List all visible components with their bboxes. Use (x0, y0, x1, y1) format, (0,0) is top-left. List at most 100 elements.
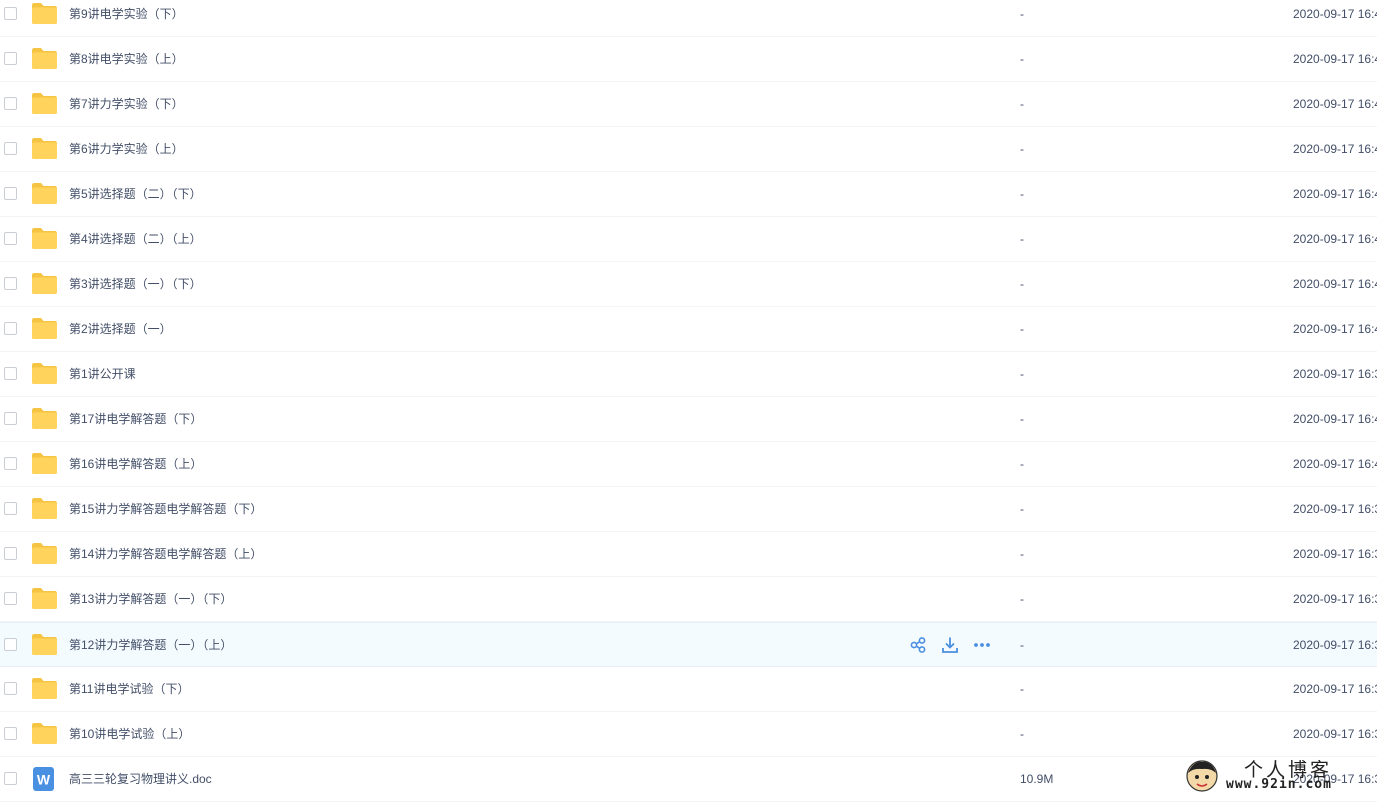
file-row[interactable]: 第1讲公开课 - 2020-09-17 16:3 (0, 352, 1377, 397)
folder-icon (31, 722, 58, 745)
file-date: 2020-09-17 16:4 (1293, 232, 1377, 246)
file-name[interactable]: 第9讲电学实验（下） (69, 0, 184, 36)
row-checkbox[interactable] (4, 547, 17, 560)
file-row[interactable]: 第6讲力学实验（上） - 2020-09-17 16:4 (0, 127, 1377, 172)
file-date: 2020-09-17 16:4 (1293, 277, 1377, 291)
share-icon[interactable] (909, 636, 927, 654)
file-name[interactable]: 第5讲选择题（二）（下） (69, 172, 202, 216)
file-size: - (1020, 7, 1024, 21)
file-name[interactable]: 第12讲力学解答题（一）（上） (69, 623, 232, 667)
folder-icon (31, 317, 58, 340)
folder-icon (31, 362, 58, 385)
row-checkbox[interactable] (4, 187, 17, 200)
file-row[interactable]: 第3讲选择题（一）（下） - 2020-09-17 16:4 (0, 262, 1377, 307)
folder-icon (31, 92, 58, 115)
folder-icon (31, 47, 58, 70)
file-row[interactable]: 第10讲电学试验（上） - 2020-09-17 16:3 (0, 712, 1377, 757)
file-row[interactable]: 第17讲电学解答题（下） - 2020-09-17 16:4 (0, 397, 1377, 442)
row-checkbox[interactable] (4, 7, 17, 20)
file-size: - (1020, 142, 1024, 156)
file-row[interactable]: W 高三三轮复习物理讲义.doc 10.9M 2020-09-17 16:3 (0, 757, 1377, 802)
file-name[interactable]: 第13讲力学解答题（一）（下） (69, 577, 232, 621)
file-name[interactable]: 第2讲选择题（一） (69, 307, 172, 351)
avatar-icon (1186, 760, 1218, 792)
file-name[interactable]: 第16讲电学解答题（上） (69, 442, 202, 486)
file-row[interactable]: 第7讲力学实验（下） - 2020-09-17 16:4 (0, 82, 1377, 127)
file-size: - (1020, 97, 1024, 111)
file-name[interactable]: 第3讲选择题（一）（下） (69, 262, 202, 306)
file-size: 10.9M (1020, 772, 1054, 786)
folder-icon (31, 452, 58, 475)
download-icon[interactable] (941, 636, 959, 654)
file-row[interactable]: 第15讲力学解答题电学解答题（下） - 2020-09-17 16:3 (0, 487, 1377, 532)
file-date: 2020-09-17 16:3 (1293, 682, 1377, 696)
word-doc-icon: W (33, 767, 54, 791)
folder-icon (31, 633, 58, 656)
watermark: 个人博客 www.92in.com (1182, 755, 1377, 797)
file-size: - (1020, 727, 1024, 741)
file-name[interactable]: 第1讲公开课 (69, 352, 136, 396)
row-checkbox[interactable] (4, 367, 17, 380)
file-name[interactable]: 高三三轮复习物理讲义.doc (69, 757, 212, 801)
file-date: 2020-09-17 16:4 (1293, 52, 1377, 66)
file-row[interactable]: 第13讲力学解答题（一）（下） - 2020-09-17 16:3 (0, 577, 1377, 622)
file-row[interactable]: 第5讲选择题（二）（下） - 2020-09-17 16:4 (0, 172, 1377, 217)
row-actions (909, 636, 991, 654)
row-checkbox[interactable] (4, 457, 17, 470)
row-checkbox[interactable] (4, 277, 17, 290)
row-checkbox[interactable] (4, 322, 17, 335)
more-icon[interactable] (973, 636, 991, 654)
file-row[interactable]: 第14讲力学解答题电学解答题（上） - 2020-09-17 16:3 (0, 532, 1377, 577)
row-checkbox[interactable] (4, 727, 17, 740)
file-date: 2020-09-17 16:4 (1293, 322, 1377, 336)
file-date: 2020-09-17 16:4 (1293, 97, 1377, 111)
file-size: - (1020, 232, 1024, 246)
file-date: 2020-09-17 16:3 (1293, 367, 1377, 381)
row-checkbox[interactable] (4, 502, 17, 515)
file-name[interactable]: 第14讲力学解答题电学解答题（上） (69, 532, 262, 576)
row-checkbox[interactable] (4, 232, 17, 245)
file-size: - (1020, 367, 1024, 381)
file-row[interactable]: 第8讲电学实验（上） - 2020-09-17 16:4 (0, 37, 1377, 82)
file-row[interactable]: 第9讲电学实验（下） - 2020-09-17 16:4 (0, 0, 1377, 37)
file-row[interactable]: 第16讲电学解答题（上） - 2020-09-17 16:4 (0, 442, 1377, 487)
file-row[interactable]: 第2讲选择题（一） - 2020-09-17 16:4 (0, 307, 1377, 352)
folder-icon (31, 497, 58, 520)
folder-icon (31, 137, 58, 160)
file-size: - (1020, 187, 1024, 201)
row-checkbox[interactable] (4, 97, 17, 110)
file-date: 2020-09-17 16:4 (1293, 142, 1377, 156)
folder-icon (31, 407, 58, 430)
file-size: - (1020, 322, 1024, 336)
row-checkbox[interactable] (4, 682, 17, 695)
row-checkbox[interactable] (4, 412, 17, 425)
file-name[interactable]: 第11讲电学试验（下） (69, 667, 189, 711)
file-date: 2020-09-17 16:3 (1293, 547, 1377, 561)
folder-icon (31, 182, 58, 205)
file-name[interactable]: 第7讲力学实验（下） (69, 82, 184, 126)
folder-icon (31, 677, 58, 700)
file-name[interactable]: 第10讲电学试验（上） (69, 712, 190, 756)
file-row[interactable]: 第4讲选择题（二）（上） - 2020-09-17 16:4 (0, 217, 1377, 262)
file-date: 2020-09-17 16:3 (1293, 502, 1377, 516)
file-row[interactable]: 第11讲电学试验（下） - 2020-09-17 16:3 (0, 667, 1377, 712)
file-list: 第9讲电学实验（下） - 2020-09-17 16:4 第8讲电学实验（上） - 202… (0, 0, 1377, 802)
file-name[interactable]: 第6讲力学实验（上） (69, 127, 184, 171)
file-name[interactable]: 第15讲力学解答题电学解答题（下） (69, 487, 262, 531)
watermark-url: www.92in.com (1226, 777, 1332, 792)
file-date: 2020-09-17 16:3 (1293, 592, 1377, 606)
row-checkbox[interactable] (4, 772, 17, 785)
row-checkbox[interactable] (4, 638, 17, 651)
folder-icon (31, 272, 58, 295)
file-name[interactable]: 第4讲选择题（二）（上） (69, 217, 202, 261)
file-date: 2020-09-17 16:4 (1293, 412, 1377, 426)
svg-text:W: W (37, 772, 51, 788)
row-checkbox[interactable] (4, 142, 17, 155)
row-checkbox[interactable] (4, 592, 17, 605)
file-name[interactable]: 第8讲电学实验（上） (69, 37, 184, 81)
file-name[interactable]: 第17讲电学解答题（下） (69, 397, 202, 441)
file-date: 2020-09-17 16:4 (1293, 457, 1377, 471)
row-checkbox[interactable] (4, 52, 17, 65)
file-size: - (1020, 592, 1024, 606)
file-row[interactable]: 第12讲力学解答题（一）（上） - 2020-09-17 16:3 (0, 622, 1377, 667)
